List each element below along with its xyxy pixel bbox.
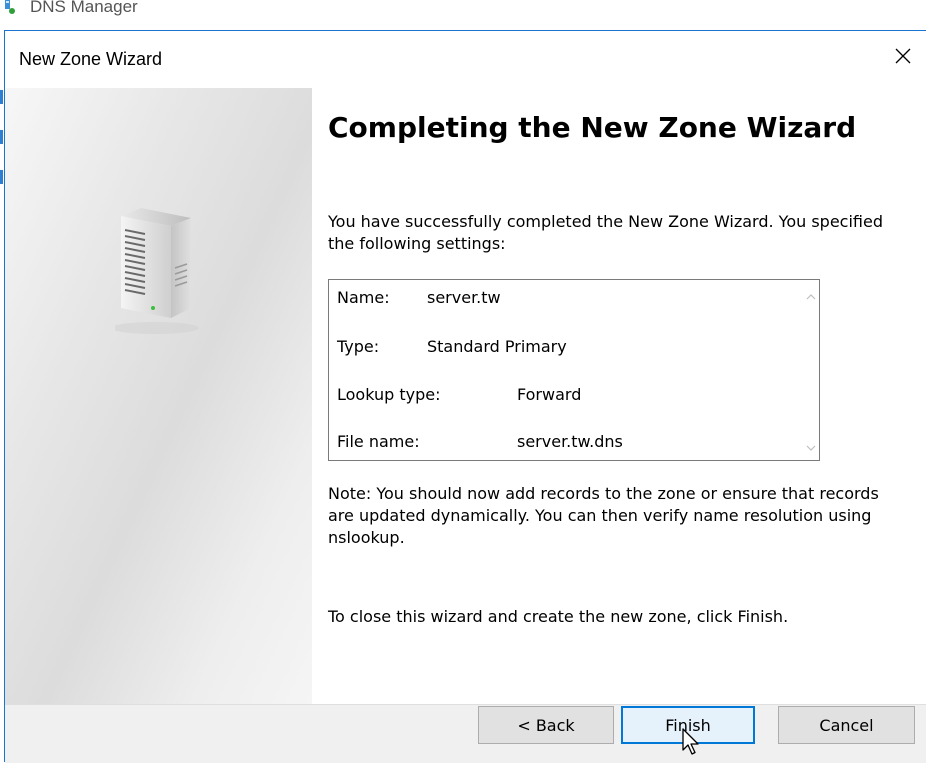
settings-scrollbar[interactable] [802,280,819,460]
scroll-down-button[interactable] [802,437,819,454]
settings-row-lookup-type: Lookup type: Forward [337,385,581,404]
setting-value: server.tw.dns [517,432,623,451]
setting-label: Lookup type: [337,385,441,404]
setting-label: Name: [337,288,390,307]
setting-value: Forward [517,385,582,404]
setting-label: Type: [337,337,380,356]
background-window-title: DNS Manager [30,0,138,16]
back-button[interactable]: < Back [478,706,614,744]
close-icon [894,47,912,69]
scroll-up-button[interactable] [802,286,819,303]
dns-manager-icon [2,0,16,16]
wizard-side-panel [5,88,312,704]
chevron-down-icon [806,436,816,455]
chevron-up-icon [806,285,816,304]
mouse-pointer-icon [681,728,703,760]
settings-row-file-name: File name: server.tw.dns [337,432,623,451]
dialog-title: New Zone Wizard [19,49,163,69]
setting-label: File name: [337,432,420,451]
intro-text: You have successfully completed the New … [328,212,883,253]
server-icon [111,208,215,342]
settings-row-type: Type: Standard Primary [337,337,567,356]
setting-value: Standard Primary [427,337,567,356]
note-text: Note: You should now add records to the … [328,484,879,547]
closing-instruction: To close this wizard and create the new … [328,607,789,626]
new-zone-wizard-dialog: New Zone Wizard Completing the New Zone … [4,30,926,763]
setting-value: server.tw [427,288,501,307]
wizard-heading: Completing the New Zone Wizard [328,111,857,144]
background-window-titlebar: DNS Manager [0,0,926,30]
settings-row-name: Name: server.tw [337,288,501,307]
settings-summary-box[interactable]: Name: server.tw Type: Standard Primary L… [328,279,820,461]
cancel-button[interactable]: Cancel [778,706,915,744]
close-button[interactable] [888,43,918,73]
